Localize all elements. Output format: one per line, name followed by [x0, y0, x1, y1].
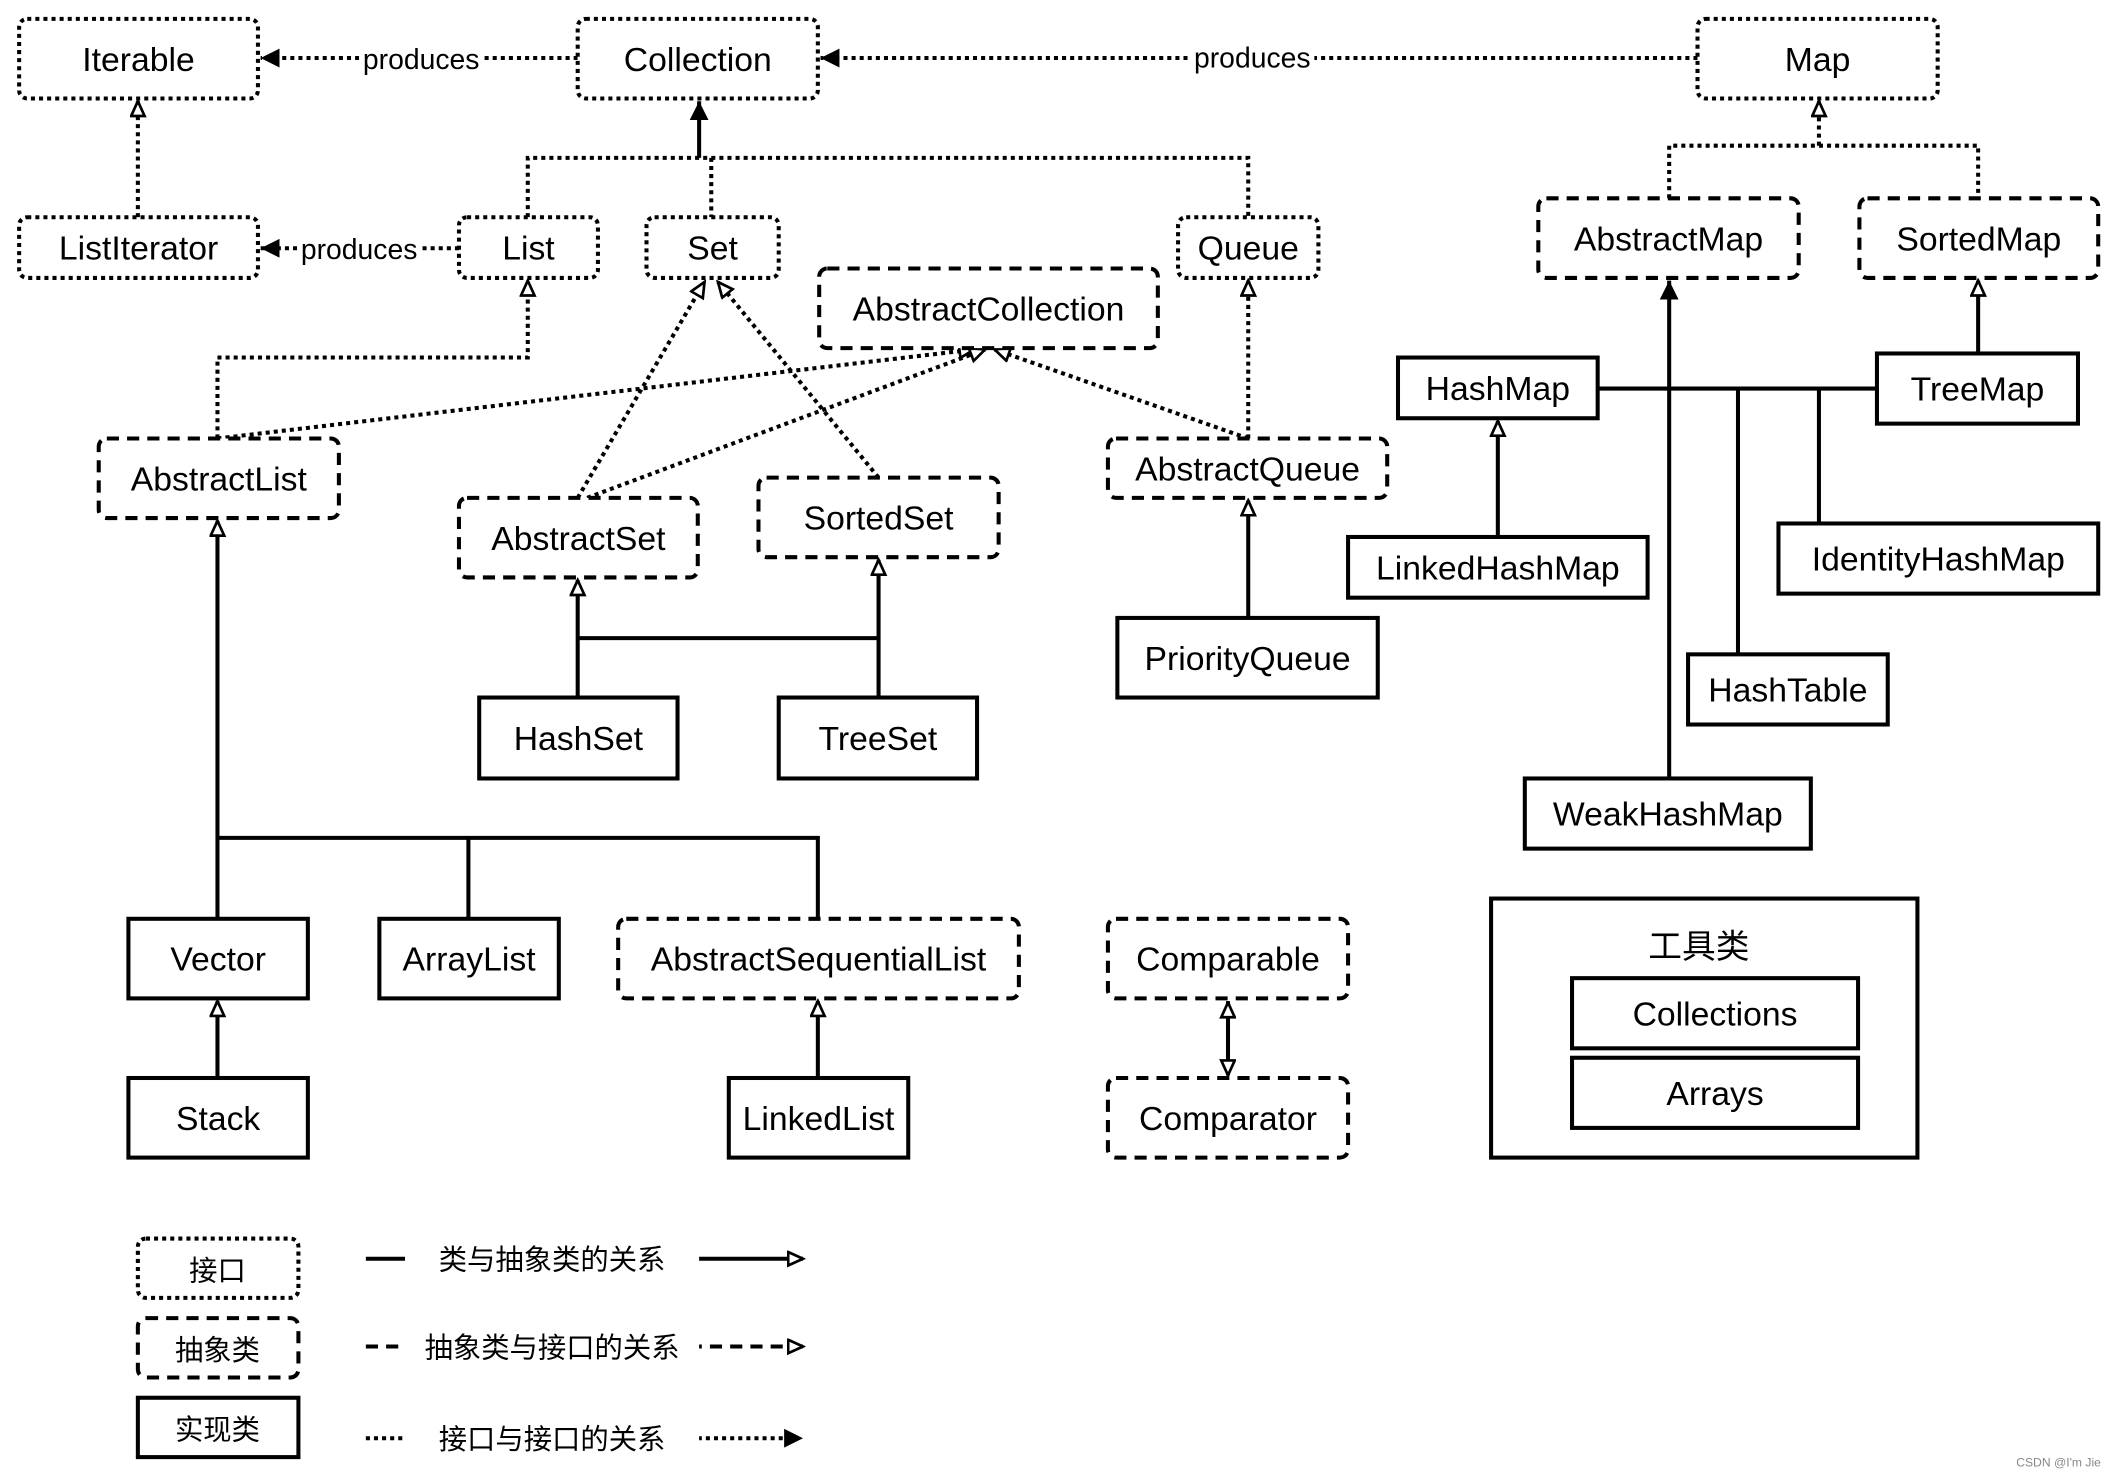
node-hashset[interactable]: HashSet: [477, 695, 680, 781]
node-abstractsequentiallist-label: AbstractSequentialList: [651, 941, 987, 979]
node-linkedhashmap-label: LinkedHashMap: [1376, 549, 1620, 587]
diagram-canvas: Iterable Collection Map ListIterator List Set…: [0, 0, 2116, 1476]
node-linkedlist-label: LinkedList: [743, 1100, 895, 1138]
node-linkedlist[interactable]: LinkedList: [726, 1075, 911, 1160]
node-abstractset[interactable]: AbstractSet: [456, 495, 700, 580]
node-abstractmap-label: AbstractMap: [1574, 220, 1763, 258]
edge-list-bus: [217, 835, 820, 919]
node-set-label: Set: [687, 230, 738, 268]
node-vector-label: Vector: [170, 941, 266, 979]
node-iterable-label: Iterable: [82, 41, 194, 79]
edge-bus-abstractmap-sortedmap: [1667, 143, 1981, 199]
node-linkedhashmap[interactable]: LinkedHashMap: [1346, 534, 1650, 600]
node-priorityqueue-label: PriorityQueue: [1144, 640, 1350, 678]
node-hashmap[interactable]: HashMap: [1395, 355, 1600, 421]
node-identityhashmap[interactable]: IdentityHashMap: [1776, 521, 2101, 596]
node-collections[interactable]: Collections: [1570, 976, 1861, 1051]
node-queue-label: Queue: [1198, 230, 1299, 268]
legend-abstract_class-label: 抽象类: [175, 1335, 260, 1367]
node-sortedset-label: SortedSet: [804, 500, 955, 538]
node-collection[interactable]: Collection: [575, 16, 820, 101]
node-queue[interactable]: Queue: [1176, 215, 1321, 280]
node-collection-label: Collection: [624, 41, 772, 79]
node-comparator-label: Comparator: [1139, 1100, 1317, 1138]
node-sortedmap[interactable]: SortedMap: [1857, 196, 2101, 280]
node-list-label: List: [502, 230, 555, 268]
node-iterable[interactable]: Iterable: [17, 16, 260, 101]
node-abstractcollection-label: AbstractCollection: [853, 290, 1125, 328]
watermark: CSDN @I'm Jie: [2016, 1456, 2101, 1470]
node-abstractqueue-label: AbstractQueue: [1135, 450, 1360, 488]
edge-abstractset-set: [575, 282, 707, 499]
node-comparable[interactable]: Comparable: [1105, 916, 1351, 1001]
legend-abstract-interface-relation: 抽象类与接口的关系: [425, 1332, 680, 1364]
node-arraylist-label: ArrayList: [403, 941, 537, 979]
node-abstractlist-label: AbstractList: [131, 460, 308, 498]
node-listiterator[interactable]: ListIterator: [17, 215, 260, 280]
java-collections-diagram: Iterable Collection Map ListIterator List Set…: [17, 16, 2101, 1470]
edge-bus-list-queue: [525, 155, 1251, 218]
node-arraylist[interactable]: ArrayList: [377, 916, 561, 1001]
node-abstractsequentiallist[interactable]: AbstractSequentialList: [616, 916, 1021, 1001]
node-arrays[interactable]: Arrays: [1570, 1055, 1861, 1130]
node-stack[interactable]: Stack: [126, 1075, 310, 1160]
legend-impl_class: 实现类: [135, 1395, 301, 1460]
node-hashmap-label: HashMap: [1426, 370, 1570, 408]
node-sortedset[interactable]: SortedSet: [756, 475, 1001, 560]
utility-group-title: 工具类: [1648, 928, 1749, 966]
node-stack-label: Stack: [176, 1100, 260, 1138]
node-abstractqueue[interactable]: AbstractQueue: [1105, 436, 1390, 500]
node-comparator[interactable]: Comparator: [1105, 1075, 1351, 1160]
node-treeset-label: TreeSet: [819, 720, 938, 758]
node-vector[interactable]: Vector: [126, 916, 310, 1001]
node-abstractcollection[interactable]: AbstractCollection: [817, 266, 1160, 351]
node-identityhashmap-label: IdentityHashMap: [1812, 541, 2065, 579]
node-comparable-label: Comparable: [1136, 941, 1320, 979]
edge-abstractlist-list: [215, 281, 527, 439]
legend-interface-label: 接口: [189, 1255, 246, 1287]
node-treeset[interactable]: TreeSet: [776, 695, 980, 781]
legend-class-abstract-relation: 类与抽象类的关系: [439, 1245, 666, 1277]
legend-interface: 接口: [135, 1236, 301, 1300]
node-priorityqueue[interactable]: PriorityQueue: [1115, 615, 1380, 700]
edge-abstractset-abstractcollection: [586, 349, 985, 500]
node-set[interactable]: Set: [644, 215, 781, 280]
node-abstractset-label: AbstractSet: [491, 520, 666, 558]
node-treemap-label: TreeMap: [1911, 371, 2045, 409]
edge-label-collection_iterable: produces: [363, 44, 480, 76]
legend-interface-interface-relation: 接口与接口的关系: [439, 1424, 666, 1456]
node-hashtable-label: HashTable: [1708, 672, 1867, 710]
node-treemap[interactable]: TreeMap: [1874, 351, 2081, 426]
node-sortedmap-label: SortedMap: [1896, 220, 2061, 258]
node-abstractmap[interactable]: AbstractMap: [1536, 196, 1801, 280]
node-hashtable[interactable]: HashTable: [1686, 652, 1890, 727]
node-list[interactable]: List: [456, 215, 600, 280]
edge-label-list_listiterator: produces: [301, 234, 418, 266]
legend-impl_class-label: 实现类: [175, 1415, 260, 1447]
node-weakhashmap-label: WeakHashMap: [1553, 796, 1783, 834]
edge-label-map_collection: produces: [1194, 42, 1311, 74]
node-map-label: Map: [1785, 41, 1851, 79]
legend-abstract_class: 抽象类: [135, 1316, 301, 1380]
node-arrays-label: Arrays: [1666, 1075, 1763, 1113]
edge-abstractqueue-abstractcollection: [995, 349, 1249, 441]
node-map[interactable]: Map: [1695, 16, 1940, 101]
node-abstractlist[interactable]: AbstractList: [96, 436, 341, 521]
node-weakhashmap[interactable]: WeakHashMap: [1522, 776, 1813, 851]
node-hashset-label: HashSet: [514, 720, 644, 758]
node-listiterator-label: ListIterator: [59, 230, 218, 268]
node-collections-label: Collections: [1633, 995, 1798, 1033]
